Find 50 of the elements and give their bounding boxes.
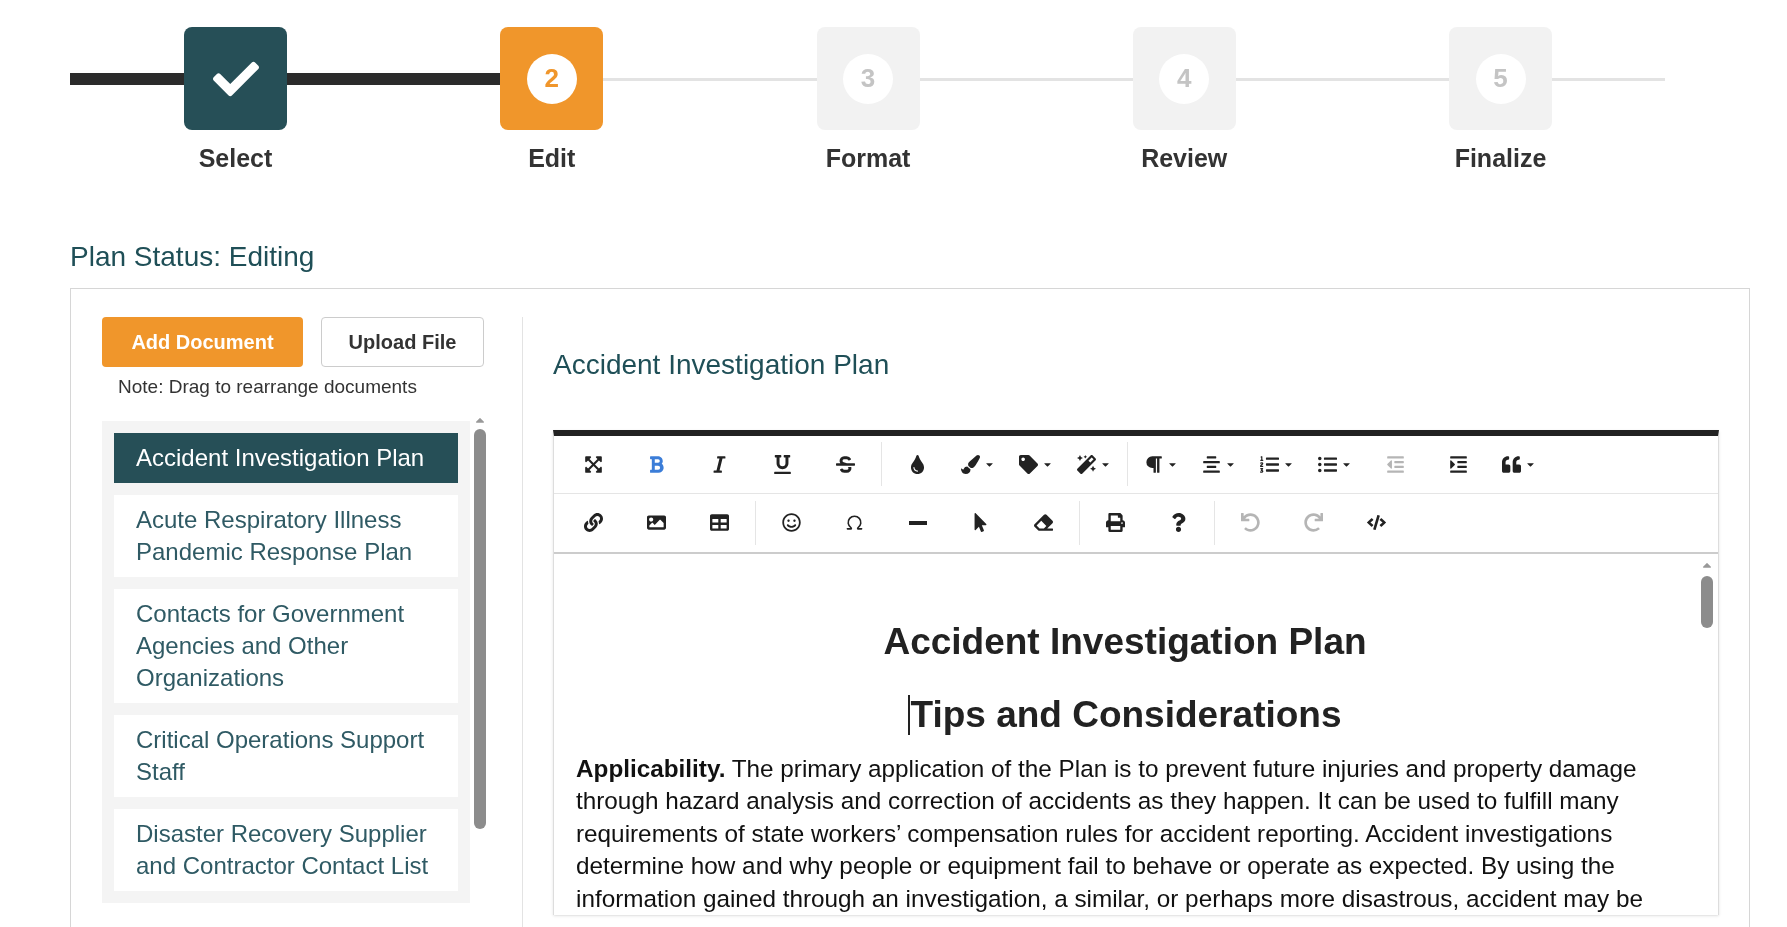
scrollbar-thumb[interactable] bbox=[1701, 575, 1713, 628]
document-item[interactable]: Accident Investigation Plan bbox=[114, 433, 458, 483]
numbered-list-icon bbox=[1260, 454, 1279, 474]
step-label: Format bbox=[825, 143, 911, 174]
align-center-icon bbox=[1202, 454, 1221, 474]
help-icon bbox=[1169, 513, 1188, 532]
document-title: Accident Investigation Plan bbox=[553, 347, 891, 382]
table-icon bbox=[710, 513, 729, 532]
tag-icon bbox=[1019, 454, 1038, 474]
step-label: Select bbox=[198, 143, 273, 174]
quote-icon bbox=[1502, 454, 1521, 474]
undo-icon bbox=[1241, 513, 1260, 532]
step-number: 2 bbox=[526, 53, 577, 104]
text-cursor bbox=[908, 694, 911, 735]
underline-icon bbox=[773, 454, 792, 474]
step-label: Review bbox=[1141, 143, 1228, 174]
drag-note: Note: Drag to rearrange documents bbox=[118, 374, 418, 399]
droplet-icon bbox=[908, 454, 927, 474]
magic-wand-icon bbox=[1077, 454, 1096, 474]
step-number: 4 bbox=[1159, 53, 1210, 104]
step-label: Finalize bbox=[1454, 143, 1547, 174]
document-item[interactable]: Acute Respiratory Illness Pandemic Response Plan bbox=[114, 495, 458, 577]
strikethrough-icon bbox=[836, 454, 855, 474]
code-view-icon bbox=[1367, 513, 1386, 532]
document-heading: Accident Investigation Plan bbox=[882, 619, 1368, 664]
print-icon bbox=[1106, 513, 1125, 532]
document-item[interactable]: Contacts for Government Agencies and Other Organizations bbox=[114, 589, 458, 703]
indent-icon bbox=[1449, 454, 1468, 474]
step-label: Edit bbox=[528, 143, 576, 174]
paintbrush-icon bbox=[961, 454, 980, 474]
paragraph-icon bbox=[1144, 454, 1163, 474]
plan-status: Plan Status: Editing bbox=[70, 239, 316, 274]
image-icon bbox=[647, 513, 666, 532]
redo-icon bbox=[1304, 513, 1323, 532]
outdent-icon bbox=[1386, 454, 1405, 474]
upload-file-button[interactable]: Upload File bbox=[321, 316, 484, 367]
omega-icon bbox=[845, 513, 864, 532]
step-number: 3 bbox=[843, 53, 893, 104]
document-subheading: Tips and Considerations bbox=[910, 693, 1342, 737]
scrollbar-thumb[interactable] bbox=[474, 429, 486, 829]
bullet-list-icon bbox=[1318, 454, 1337, 474]
smiley-icon bbox=[782, 513, 801, 532]
link-icon bbox=[584, 513, 603, 532]
bold-icon bbox=[647, 454, 666, 474]
applicability-paragraph: Applicability. The primary application of the Plan is to prevent future injuries and property damage through hazard analysis and correction of accidents as they happen. It can be used to fulfill many requirements of state workers’ compensation rules for accident reporting. Accident investigations determine how and why people or equipment fail to behave or operate as expected. By using the information gained through an investigation, a similar, or perhaps more disastrous, accident may be bbox=[576, 753, 1644, 914]
document-item[interactable]: Disaster Recovery Supplier and Contractor Contact List bbox=[114, 809, 458, 891]
step-number: 5 bbox=[1475, 53, 1526, 104]
document-item[interactable]: Critical Operations Support Staff bbox=[114, 715, 458, 797]
fullscreen-icon bbox=[584, 454, 603, 474]
eraser-icon bbox=[1034, 513, 1053, 532]
